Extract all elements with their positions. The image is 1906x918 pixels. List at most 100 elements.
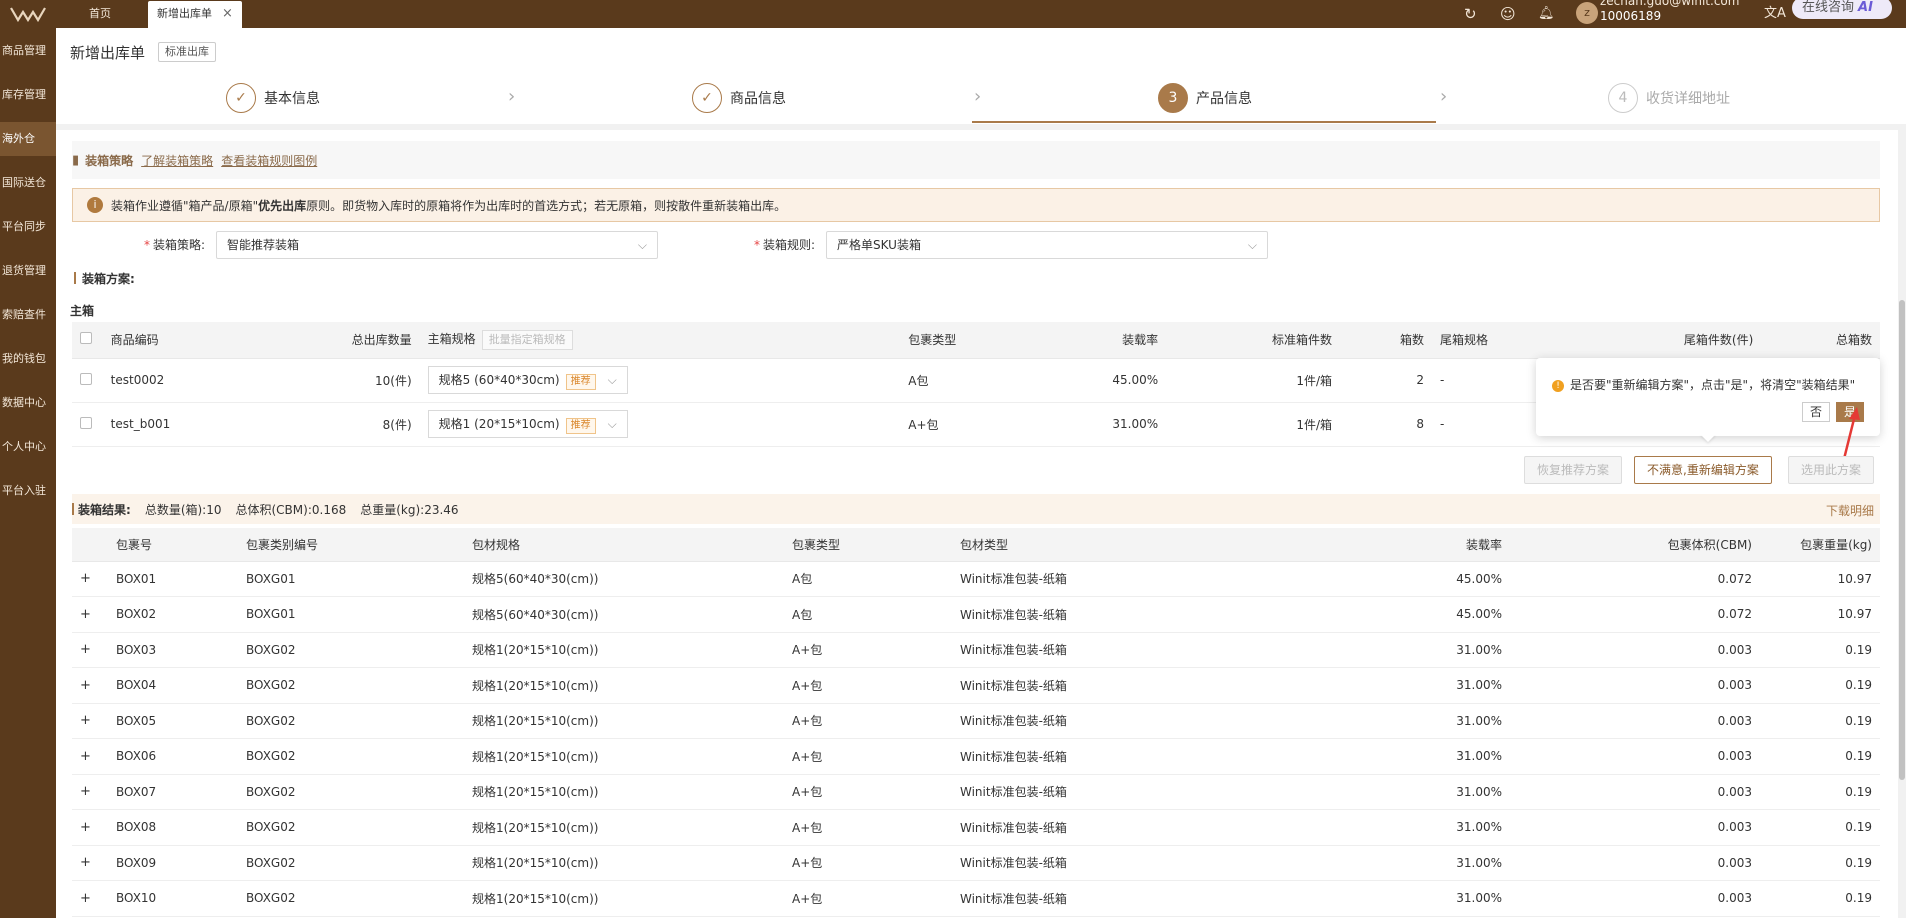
table-row: + BOX09 BOXG02 规格1(20*15*10(cm)) A+包 Winit标准包…	[72, 845, 1880, 881]
sidebar-item-international[interactable]: 国际送仓	[0, 168, 56, 198]
cell-volume: 0.003	[1510, 809, 1760, 846]
cell-material-spec: 规格1(20*15*10(cm))	[464, 774, 784, 810]
step-product-info[interactable]: ✓ 商品信息	[692, 82, 786, 114]
cell-pkg-type: A+包	[784, 667, 952, 704]
cell-weight: 0.19	[1760, 667, 1880, 704]
sidebar-item-platform-sync[interactable]: 平台同步	[0, 212, 56, 242]
cell-box-category: BOXG01	[238, 596, 464, 633]
popconfirm-arrow	[1700, 434, 1716, 442]
batch-assign-spec-button[interactable]: 批量指定箱规格	[481, 329, 573, 350]
cell-box-no: BOX03	[108, 632, 238, 668]
notice-text-prefix: 装箱作业遵循"箱产品/原箱"	[111, 198, 259, 213]
restore-plan-button[interactable]: 恢复推荐方案	[1524, 456, 1623, 484]
sidebar-item-claims[interactable]: 索赔查件	[0, 300, 56, 330]
col-header-total-qty: 总出库数量	[266, 322, 420, 359]
expand-row-button[interactable]: +	[72, 596, 108, 633]
smile-icon[interactable]: ☺	[1500, 0, 1516, 28]
rule-select[interactable]: 严格单SKU装箱 ⌵	[826, 231, 1268, 259]
reedit-plan-button[interactable]: 不满意,重新编辑方案	[1634, 456, 1772, 484]
col-header-main-spec-text: 主箱规格	[427, 331, 476, 346]
close-icon[interactable]: ×	[222, 6, 233, 21]
cell-material-type: Winit标准包装-纸箱	[952, 632, 1260, 668]
strategy-select[interactable]: 智能推荐装箱 ⌵	[216, 231, 658, 259]
chevron-right-icon: ›	[1440, 86, 1448, 107]
expand-row-button[interactable]: +	[72, 561, 108, 597]
scrollbar-thumb[interactable]	[1899, 300, 1905, 780]
main-spec-select[interactable]: 规格5 (60*40*30cm) 推荐 ⌵	[427, 366, 628, 394]
learn-strategy-link[interactable]: 了解装箱策略	[141, 152, 213, 169]
cell-box-no: BOX02	[108, 596, 238, 633]
refresh-icon[interactable]: ↻	[1464, 0, 1477, 28]
tab-new-outbound[interactable]: 新增出库单 ×	[148, 1, 242, 28]
cell-pkg-type: A包	[784, 596, 952, 633]
col-header-std-pcs: 标准箱件数	[1166, 322, 1340, 359]
cell-code: test_b001	[102, 402, 267, 447]
cell-material-type: Winit标准包装-纸箱	[952, 738, 1260, 775]
logo-icon[interactable]	[0, 0, 56, 28]
expand-row-button[interactable]: +	[72, 809, 108, 846]
row-checkbox[interactable]	[72, 402, 103, 447]
select-all-checkbox[interactable]	[72, 322, 103, 359]
table-row: + BOX05 BOXG02 规格1(20*15*10(cm)) A+包 Winit标准包…	[72, 703, 1880, 739]
plus-icon: +	[80, 855, 91, 871]
cell-box-no: BOX01	[108, 561, 238, 597]
step-label: 商品信息	[730, 91, 786, 107]
col-header-total-boxes: 总箱数	[1761, 322, 1880, 359]
expand-row-button[interactable]: +	[72, 774, 108, 810]
cell-main-spec: 规格5 (60*40*30cm) 推荐 ⌵	[419, 358, 901, 403]
page-scrollbar[interactable]	[1898, 130, 1906, 918]
result-title: 装箱结果:	[78, 502, 131, 517]
cell-box-category: BOXG02	[238, 880, 464, 917]
sidebar-item-data-center[interactable]: 数据中心	[0, 388, 56, 418]
translate-icon[interactable]: 文A	[1764, 0, 1786, 28]
expand-row-button[interactable]: +	[72, 880, 108, 917]
step-service-info[interactable]: 3 产品信息	[1158, 82, 1252, 114]
chevron-right-icon: ›	[974, 86, 982, 107]
sidebar-item-platform-join[interactable]: 平台入驻	[0, 476, 56, 506]
expand-row-button[interactable]: +	[72, 667, 108, 704]
step-shipping-address[interactable]: 4 收货详细地址	[1608, 82, 1730, 114]
tab-home[interactable]: 首页	[74, 0, 126, 28]
page-title: 新增出库单	[70, 44, 146, 62]
main-spec-select[interactable]: 规格1 (20*15*10cm) 推荐 ⌵	[427, 410, 628, 438]
table-row: + BOX01 BOXG01 规格5(60*40*30(cm)) A包 Winit标准包装…	[72, 561, 1880, 597]
spec-value: 规格5 (60*40*30cm)	[438, 373, 560, 387]
sidebar-item-overseas-warehouse[interactable]: 海外仓	[0, 122, 56, 156]
expand-row-button[interactable]: +	[72, 632, 108, 668]
section-title: 装箱策略	[85, 153, 134, 168]
cell-material-type: Winit标准包装-纸箱	[952, 667, 1260, 704]
sidebar-item-wallet[interactable]: 我的钱包	[0, 344, 56, 374]
row-checkbox[interactable]	[72, 358, 103, 403]
sidebar-item-products[interactable]: 商品管理	[0, 36, 56, 66]
expand-row-button[interactable]: +	[72, 738, 108, 775]
packing-result-table: 包裹号 包裹类别编号 包材规格 包裹类型 包材类型 装载率 包裹体积(CBM) …	[72, 528, 1880, 917]
cell-material-type: Winit标准包装-纸箱	[952, 703, 1260, 739]
expand-row-button[interactable]: +	[72, 845, 108, 881]
plus-icon: +	[80, 677, 91, 693]
sidebar-item-inventory[interactable]: 库存管理	[0, 80, 56, 110]
chevron-down-icon: ⌵	[1247, 238, 1257, 252]
use-plan-button[interactable]: 选用此方案	[1788, 456, 1875, 484]
step-basic-info[interactable]: ✓ 基本信息	[226, 82, 320, 114]
popconfirm-no-button[interactable]: 否	[1802, 402, 1830, 422]
cell-box-category: BOXG02	[238, 703, 464, 739]
col-header-expand	[72, 528, 108, 562]
notice-text-suffix: 原则。即货物入库时的原箱将作为出库时的首选方式；若无原箱，则按散件重新装箱出库。	[306, 198, 787, 213]
avatar[interactable]: z	[1576, 2, 1598, 24]
expand-row-button[interactable]: +	[72, 703, 108, 739]
rule-examples-link[interactable]: 查看装箱规则图例	[221, 152, 317, 169]
col-header-material-type: 包材类型	[952, 528, 1260, 562]
sidebar-item-personal[interactable]: 个人中心	[0, 432, 56, 462]
packing-notice: i 装箱作业遵循"箱产品/原箱" 优先出库 原则。即货物入库时的原箱将作为出库时的首…	[72, 188, 1880, 222]
cell-weight: 0.19	[1760, 845, 1880, 881]
bell-icon[interactable]: 🔔︎	[1538, 0, 1555, 28]
download-details-link[interactable]: 下载明细	[1826, 502, 1874, 519]
online-consult-button[interactable]: 在线咨询 AI	[1792, 0, 1892, 19]
sidebar-item-returns[interactable]: 退货管理	[0, 256, 56, 286]
sidebar: 商品管理 库存管理 海外仓 国际送仓 平台同步 退货管理 索赔查件 我的钱包 数…	[0, 28, 56, 918]
packing-strategy-header: ▮ 装箱策略 了解装箱策略 查看装箱规则图例	[72, 141, 1880, 179]
cell-pkg-type: A+包	[784, 703, 952, 739]
check-icon: ✓	[226, 83, 256, 113]
col-header-box-no: 包裹号	[108, 528, 238, 562]
cell-load-rate: 31.00%	[1260, 667, 1510, 704]
